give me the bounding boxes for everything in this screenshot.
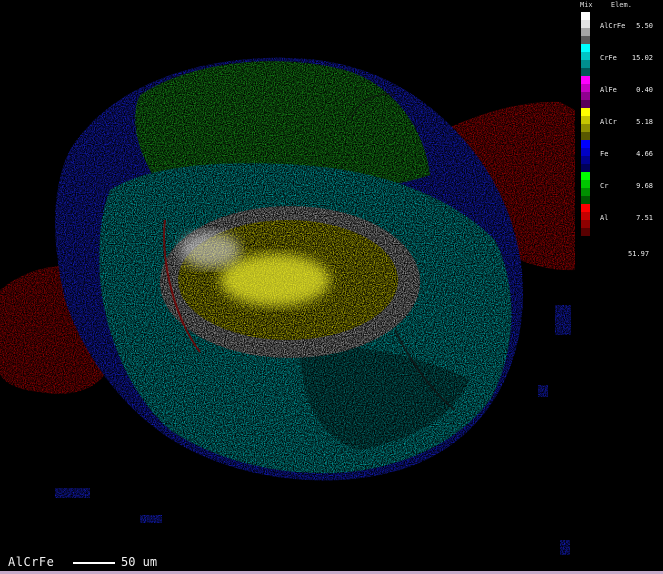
legend-swatch	[581, 196, 590, 204]
legend-value: 5.18	[636, 118, 653, 126]
phase-map-image	[0, 0, 663, 574]
legend-swatch	[581, 68, 590, 76]
legend-label: AlFe	[600, 86, 617, 94]
legend-swatch	[581, 108, 590, 116]
legend-swatch	[581, 20, 590, 28]
legend-label: Al	[600, 214, 609, 222]
legend-swatch	[581, 84, 590, 92]
scale-label: 50 um	[121, 555, 158, 569]
legend-item-alcr: AlCr 5.18	[578, 108, 663, 140]
legend-total: 51.97	[628, 250, 650, 258]
legend-swatch	[581, 148, 590, 156]
legend-swatch	[581, 52, 590, 60]
legend-item-alcrfe: AlCrFe 5.50	[578, 12, 663, 44]
legend-swatch	[581, 76, 590, 84]
legend-swatch	[581, 60, 590, 68]
legend-value: 0.40	[636, 86, 653, 94]
legend-label: Fe	[600, 150, 609, 158]
legend-label: AlCr	[600, 118, 617, 126]
legend-value: 15.02	[631, 54, 653, 62]
legend-swatch	[581, 204, 590, 212]
legend-item-crfe: CrFe 15.02	[578, 44, 663, 76]
legend-swatch	[581, 180, 590, 188]
legend-value: 7.51	[636, 214, 653, 222]
legend-swatch	[581, 28, 590, 36]
legend-label: AlCrFe	[600, 22, 626, 30]
legend-swatch	[581, 132, 590, 140]
legend-item-cr: Cr 9.68	[578, 172, 663, 204]
legend-value: 4.66	[636, 150, 653, 158]
map-label: AlCrFe	[8, 555, 55, 569]
legend-swatch	[581, 100, 590, 108]
legend-item-al: Al 7.51	[578, 204, 663, 236]
legend-swatch	[581, 44, 590, 52]
legend-swatch	[581, 212, 590, 220]
legend-swatch	[581, 188, 590, 196]
legend-swatch	[581, 140, 590, 148]
legend-swatch	[581, 156, 590, 164]
legend-header: Mix Elem.	[580, 1, 646, 9]
legend-swatch	[581, 36, 590, 44]
legend-swatch	[581, 164, 590, 172]
legend-swatch	[581, 116, 590, 124]
legend-value: 5.50	[636, 22, 653, 30]
color-legend: Mix Elem. AlCrFe 5.50 CrFe 15.02 AlFe 0.…	[578, 0, 663, 268]
legend-swatch	[581, 92, 590, 100]
legend-header-elem: Elem.	[610, 1, 632, 9]
legend-label: Cr	[600, 182, 609, 190]
legend-swatch	[581, 12, 590, 20]
legend-header-mix: Mix	[580, 1, 593, 9]
legend-swatch	[581, 220, 590, 228]
legend-swatch	[581, 228, 590, 236]
legend-item-fe: Fe 4.66	[578, 140, 663, 172]
legend-value: 9.68	[636, 182, 653, 190]
legend-swatch	[581, 172, 590, 180]
legend-swatch	[581, 124, 590, 132]
scale-bar	[73, 562, 115, 564]
legend-label: CrFe	[600, 54, 617, 62]
legend-item-alfe: AlFe 0.40	[578, 76, 663, 108]
